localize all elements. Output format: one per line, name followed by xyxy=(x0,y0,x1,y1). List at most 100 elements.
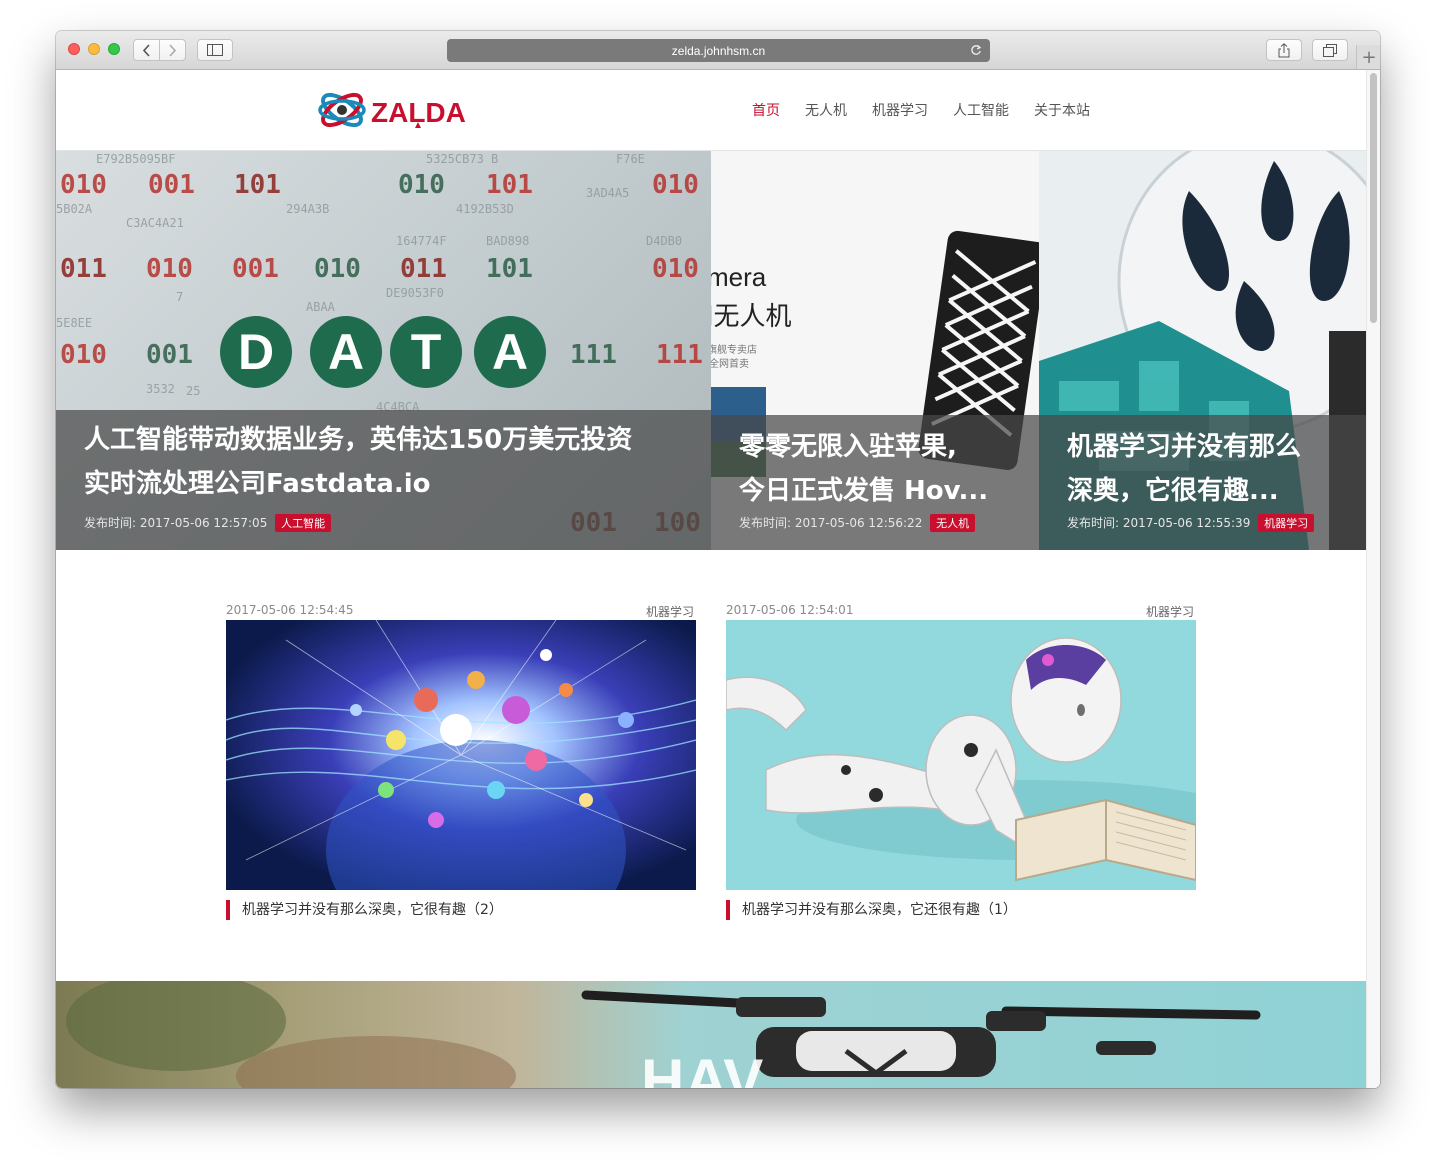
svg-text:3AD4A5: 3AD4A5 xyxy=(586,186,629,200)
sidebar-button[interactable] xyxy=(197,39,233,61)
share-button[interactable] xyxy=(1266,39,1302,61)
svg-text:A: A xyxy=(328,324,364,380)
post-time: 2017-05-06 12:54:01 xyxy=(726,603,854,617)
svg-text:010: 010 xyxy=(60,340,107,370)
web-page: ZALDA 首页 无人机 机器学习 人工智能 关于本站 010 001 101 010… xyxy=(56,70,1366,1088)
vertical-scrollbar[interactable] xyxy=(1366,70,1380,1088)
publish-time: 2017-05-06 12:55:39 xyxy=(1122,516,1251,530)
post-time: 2017-05-06 12:54:45 xyxy=(226,603,354,617)
neural-head-image[interactable] xyxy=(226,620,696,890)
svg-text:111: 111 xyxy=(656,340,703,370)
svg-text:D: D xyxy=(238,324,274,380)
image-text-3: 旗舰专卖店 xyxy=(711,343,757,356)
post-title[interactable]: 机器学习并没有那么深奥，它很有趣（2） xyxy=(226,900,503,920)
svg-text:4192B53D: 4192B53D xyxy=(456,202,514,216)
svg-text:101: 101 xyxy=(234,170,281,200)
svg-text:C3AC4A21: C3AC4A21 xyxy=(126,216,184,230)
slide-title-line-1: 人工智能带动数据业务，英伟达150万美元投资 xyxy=(84,425,633,455)
zoom-window-button[interactable] xyxy=(108,43,120,55)
browser-toolbar: zelda.johnhsm.cn + xyxy=(56,31,1380,70)
slide-title-line-2: 实时流处理公司Fastdata.io xyxy=(84,469,431,499)
tabs-overview-button[interactable] xyxy=(1312,39,1348,61)
new-tab-button[interactable]: + xyxy=(1356,45,1380,69)
nav-home[interactable]: 首页 xyxy=(752,100,780,120)
featured-slide-2[interactable]: mera d无人机 旗舰专卖店 全网首卖 零零无限入驻苹果, 今日正式发售 Ho… xyxy=(711,151,1039,550)
svg-text:T: T xyxy=(411,324,442,380)
svg-text:101: 101 xyxy=(486,170,533,200)
reload-icon[interactable] xyxy=(970,44,982,56)
svg-text:D4DB0: D4DB0 xyxy=(646,234,682,248)
svg-text:111: 111 xyxy=(570,340,617,370)
slide-title-line-1: 机器学习并没有那么 xyxy=(1067,432,1302,462)
post-category[interactable]: 机器学习 xyxy=(1146,603,1194,620)
nav-machine-learning[interactable]: 机器学习 xyxy=(872,100,928,120)
svg-text:001: 001 xyxy=(146,340,193,370)
close-window-button[interactable] xyxy=(68,43,80,55)
slide-title-line-1: 零零无限入驻苹果, xyxy=(739,432,957,462)
nav-drones[interactable]: 无人机 xyxy=(805,100,847,120)
post-category[interactable]: 机器学习 xyxy=(646,603,694,620)
slide-meta: 发布时间: 2017-05-06 12:57:05 人工智能 xyxy=(84,514,332,532)
featured-slide-1[interactable]: 010 001 101 010 101 010 011 010 001 010 011 101 010… xyxy=(56,151,711,550)
svg-text:5B02A: 5B02A xyxy=(56,202,93,216)
slide-title-line-2: 深奥，它很有趣... xyxy=(1067,476,1279,506)
svg-text:011: 011 xyxy=(60,254,107,284)
category-badge[interactable]: 无人机 xyxy=(930,514,976,532)
nav-about[interactable]: 关于本站 xyxy=(1034,100,1090,120)
svg-text:5325CB73 B: 5325CB73 B xyxy=(426,152,498,166)
image-text-1: mera xyxy=(711,262,767,292)
featured-slide-3[interactable]: 机器学习并没有那么 深奥，它很有趣... 发布时间: 2017-05-06 12… xyxy=(1039,151,1366,550)
svg-text:001: 001 xyxy=(232,254,279,284)
chevron-left-icon xyxy=(142,43,150,57)
slide-meta: 发布时间: 2017-05-06 12:56:22 无人机 xyxy=(739,514,976,532)
browser-window: zelda.johnhsm.cn + ZALDA 首页 无人机 机器学习 人工智… xyxy=(56,31,1380,1088)
tabs-icon xyxy=(1323,43,1337,57)
slide-meta: 发布时间: 2017-05-06 12:55:39 机器学习 xyxy=(1067,514,1315,532)
back-button[interactable] xyxy=(133,39,160,61)
svg-text:5E8EE: 5E8EE xyxy=(56,316,92,330)
svg-text:DE9053F0: DE9053F0 xyxy=(386,286,444,300)
svg-text:A: A xyxy=(492,324,528,380)
slide-title: 零零无限入驻苹果, 今日正式发售 Hov... xyxy=(739,425,988,513)
svg-text:BAD898: BAD898 xyxy=(486,234,529,248)
reading-robot-image[interactable] xyxy=(726,620,1196,890)
image-text-4: 全网首卖 xyxy=(711,357,749,370)
slide-title: 人工智能带动数据业务，英伟达150万美元投资 实时流处理公司Fastdata.i… xyxy=(84,418,632,506)
svg-text:HAV: HAV xyxy=(641,1047,763,1088)
url-text: zelda.johnhsm.cn xyxy=(671,43,766,58)
share-icon xyxy=(1278,42,1290,57)
svg-text:101: 101 xyxy=(486,254,533,284)
sidebar-icon xyxy=(207,44,223,56)
publish-label: 发布时间: xyxy=(739,516,792,530)
svg-text:001: 001 xyxy=(148,170,195,200)
svg-text:7: 7 xyxy=(176,290,183,304)
svg-text:010: 010 xyxy=(398,170,445,200)
minimize-window-button[interactable] xyxy=(88,43,100,55)
address-bar[interactable]: zelda.johnhsm.cn xyxy=(447,39,990,62)
drone-banner: HAV xyxy=(56,981,1366,1088)
site-header: ZALDA 首页 无人机 机器学习 人工智能 关于本站 xyxy=(56,70,1366,151)
nav-ai[interactable]: 人工智能 xyxy=(953,100,1009,120)
chevron-right-icon xyxy=(169,43,177,57)
publish-label: 发布时间: xyxy=(84,516,137,530)
slide-title: 机器学习并没有那么 深奥，它很有趣... xyxy=(1067,425,1301,513)
svg-text:294A3B: 294A3B xyxy=(286,202,329,216)
svg-text:25: 25 xyxy=(186,384,200,398)
site-logo[interactable]: ZALDA xyxy=(318,82,468,138)
svg-text:010: 010 xyxy=(60,170,107,200)
forward-button[interactable] xyxy=(159,39,186,61)
svg-text:F76E: F76E xyxy=(616,152,645,166)
svg-text:011: 011 xyxy=(400,254,447,284)
svg-text:010: 010 xyxy=(314,254,361,284)
drone-banner-image: HAV xyxy=(56,981,1366,1088)
svg-text:010: 010 xyxy=(146,254,193,284)
post-title[interactable]: 机器学习并没有那么深奥，它还很有趣（1） xyxy=(726,900,1017,920)
svg-text:ABAA: ABAA xyxy=(306,300,336,314)
svg-text:3532: 3532 xyxy=(146,382,175,396)
category-badge[interactable]: 机器学习 xyxy=(1258,514,1315,532)
category-badge[interactable]: 人工智能 xyxy=(275,514,332,532)
scrollbar-thumb[interactable] xyxy=(1370,73,1377,323)
publish-time: 2017-05-06 12:56:22 xyxy=(794,516,923,530)
svg-text:010: 010 xyxy=(652,170,699,200)
svg-text:010: 010 xyxy=(652,254,699,284)
